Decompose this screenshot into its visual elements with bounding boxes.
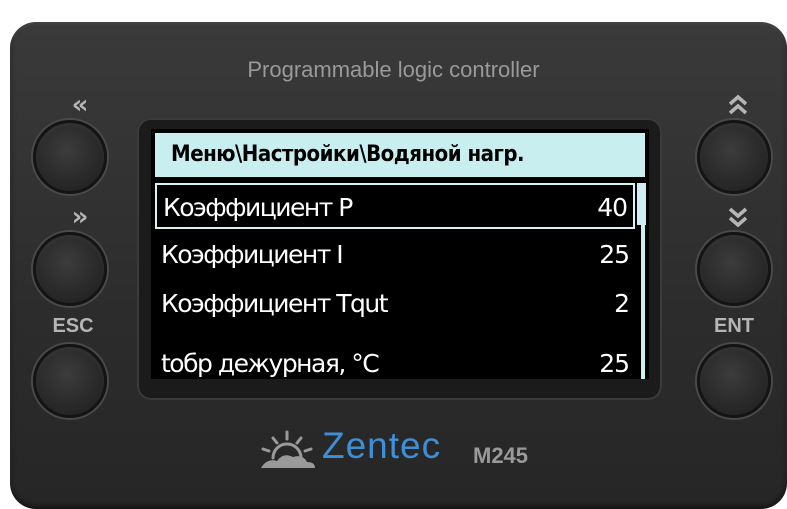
menu-row-label: Коэффициент Tqut [161, 289, 389, 318]
zentec-logo-icon [255, 428, 319, 474]
scroll-up-icon [718, 92, 758, 123]
ent-label: ENT [714, 315, 754, 337]
esc-label: ESC [52, 315, 94, 337]
scroll-down-button[interactable] [697, 232, 771, 306]
esc-button[interactable] [33, 344, 107, 418]
menu-row-value: 25 [599, 240, 630, 269]
brand-name: Zentec [322, 425, 442, 466]
scroll-down-icon [718, 204, 758, 235]
page-right-icon: » [71, 202, 89, 232]
lcd-screen: Меню\Настройки\Водяной нагр. Коэффициент… [151, 129, 649, 379]
menu-row-coeff-p[interactable]: Коэффициент P 40 [155, 183, 635, 229]
device-title: Programmable logic controller [247, 57, 540, 82]
menu-row-value: 25 [599, 349, 630, 378]
menu-row-coeff-i[interactable]: Коэффициент I 25 [155, 232, 635, 278]
scrollbar-thumb [637, 183, 646, 225]
menu-row-label: Коэффициент P [163, 193, 353, 222]
menu-row-value: 40 [597, 193, 628, 222]
menu-row-coeff-tqut[interactable]: Коэффициент Tqut 2 [155, 281, 635, 327]
scroll-up-button[interactable] [697, 120, 771, 194]
page-right-button[interactable] [33, 232, 107, 306]
page-left-icon: « [71, 90, 89, 120]
model-label: M245 [473, 443, 529, 468]
menu-row-value: 2 [614, 289, 630, 318]
menu-breadcrumb: Меню\Настройки\Водяной нагр. [155, 133, 645, 177]
page-left-button[interactable] [33, 120, 107, 194]
menu-row-label: Коэффициент I [161, 240, 344, 269]
enter-button[interactable] [697, 344, 771, 418]
menu-row-t-return-standby[interactable]: tобр дежурная, °C 25 [155, 341, 635, 379]
menu-row-label: tобр дежурная, °C [161, 349, 380, 378]
